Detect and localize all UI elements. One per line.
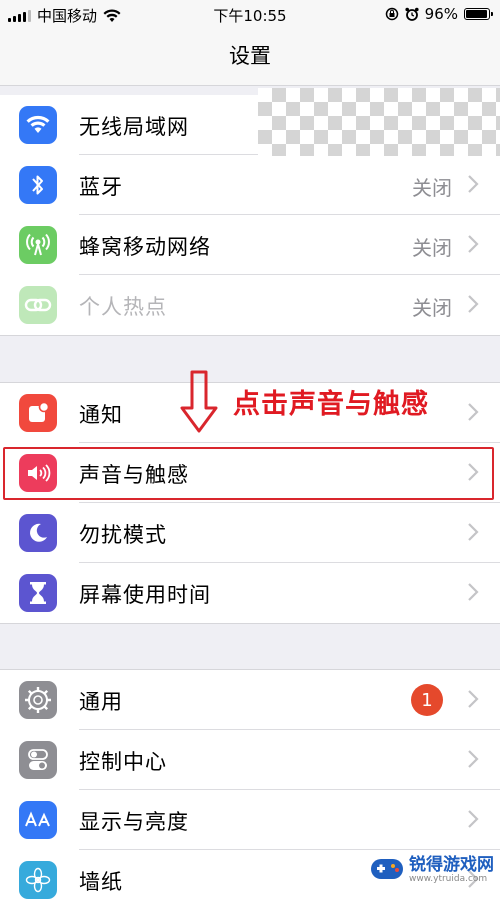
settings-row-label: 控制中心	[79, 750, 167, 774]
chevron-right-icon	[468, 690, 479, 708]
battery-percent: 96%	[424, 5, 458, 23]
down-arrow-icon	[180, 370, 218, 433]
battery-icon	[464, 8, 493, 20]
highlight-box	[3, 447, 494, 500]
nav-bar: 设置	[0, 30, 500, 86]
redacted-area	[258, 88, 500, 156]
watermark-url: www.ytruida.com	[409, 874, 488, 884]
settings-row-label: 通用	[79, 690, 123, 714]
settings-row-label: 通知	[79, 403, 123, 427]
settings-row-label: 无线局域网	[79, 115, 189, 139]
wifi-icon	[19, 106, 57, 144]
bluetooth-icon	[19, 166, 57, 204]
gear-icon	[19, 681, 57, 719]
alarm-icon	[405, 7, 419, 21]
settings-row-general[interactable]: 通用 1	[0, 670, 500, 730]
watermark-name: 锐得游戏网	[409, 855, 494, 875]
toggle-switches-icon	[19, 741, 57, 779]
chevron-right-icon	[468, 295, 479, 313]
settings-row-control-center[interactable]: 控制中心	[0, 730, 500, 790]
settings-row-label: 勿扰模式	[79, 523, 167, 547]
settings-row-label: 墙纸	[79, 870, 123, 894]
page-title: 设置	[229, 44, 271, 68]
notification-badge: 1	[411, 684, 443, 716]
hotspot-link-icon	[19, 286, 57, 324]
settings-row-screen-time[interactable]: 屏幕使用时间	[0, 563, 500, 623]
status-bar: 中国移动 下午10:55 96%	[0, 0, 500, 30]
settings-row-cellular[interactable]: 蜂窝移动网络 关闭	[0, 215, 500, 275]
settings-row-value: 关闭	[412, 296, 452, 320]
settings-row-label: 蓝牙	[79, 175, 123, 199]
annotation-text: 点击声音与触感	[233, 389, 429, 420]
text-size-aa-icon	[19, 801, 57, 839]
chevron-right-icon	[468, 175, 479, 193]
settings-row-label: 屏幕使用时间	[79, 583, 211, 607]
settings-row-label: 个人热点	[79, 295, 167, 319]
settings-row-label: 蜂窝移动网络	[79, 235, 211, 259]
settings-row-value: 关闭	[412, 236, 452, 260]
chevron-right-icon	[468, 403, 479, 421]
chevron-right-icon	[468, 583, 479, 601]
chevron-right-icon	[468, 750, 479, 768]
settings-row-label: 显示与亮度	[79, 810, 189, 834]
settings-row-display-brightness[interactable]: 显示与亮度	[0, 790, 500, 850]
flower-icon	[19, 861, 57, 899]
watermark: 锐得游戏网 www.ytruida.com	[369, 855, 494, 885]
gamepad-logo-icon	[371, 859, 403, 879]
cellular-antenna-icon	[19, 226, 57, 264]
chevron-right-icon	[468, 235, 479, 253]
settings-row-do-not-disturb[interactable]: 勿扰模式	[0, 503, 500, 563]
chevron-right-icon	[468, 810, 479, 828]
settings-row-value: 关闭	[412, 176, 452, 200]
settings-row-bluetooth[interactable]: 蓝牙 关闭	[0, 155, 500, 215]
chevron-right-icon	[468, 523, 479, 541]
moon-icon	[19, 514, 57, 552]
rotation-lock-icon	[385, 7, 398, 21]
settings-row-hotspot[interactable]: 个人热点 关闭	[0, 275, 500, 335]
notification-icon	[19, 394, 57, 432]
hourglass-icon	[19, 574, 57, 612]
